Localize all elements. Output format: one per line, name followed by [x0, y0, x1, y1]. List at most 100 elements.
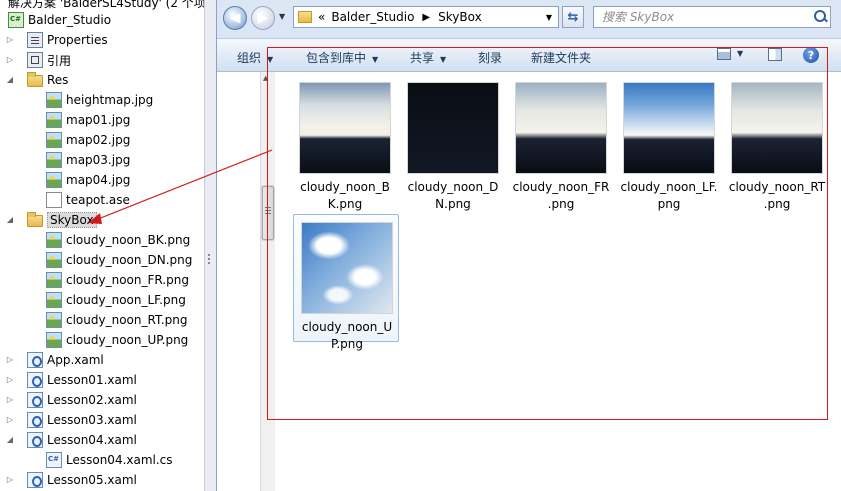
solution-explorer: 解决方案 'BalderSL4Study' (2 个项目 Balder_Stud…	[0, 0, 204, 491]
tree-item-properties[interactable]: Properties	[27, 30, 108, 50]
dropdown-caret-icon: ▼	[267, 55, 274, 64]
search-icon[interactable]	[810, 7, 830, 27]
image-thumbnail	[302, 223, 392, 313]
forward-button[interactable]: ▶	[251, 6, 275, 30]
tree-item-label: heightmap.jpg	[66, 93, 154, 107]
file-view[interactable]: cloudy_noon_B K.png cloudy_noon_D N.png cl…	[275, 72, 841, 491]
tree-item-label: Lesson04.xaml.cs	[66, 453, 173, 467]
tree-item-map01[interactable]: map01.jpg	[46, 110, 130, 130]
tree-item-lesson03[interactable]: Lesson03.xaml	[27, 410, 137, 430]
tree-item-app-xaml[interactable]: App.xaml	[27, 350, 104, 370]
change-view-icon[interactable]	[717, 48, 731, 60]
scroll-up-arrow-icon[interactable]: ▲	[263, 74, 268, 82]
tree-item-lesson02[interactable]: Lesson02.xaml	[27, 390, 137, 410]
tree-item-label: teapot.ase	[66, 193, 130, 207]
tree-item-lesson05[interactable]: Lesson05.xaml	[27, 470, 137, 490]
solution-title[interactable]: 解决方案 'BalderSL4Study' (2 个项目	[0, 0, 204, 10]
collapse-arrow-icon[interactable]: ◢	[5, 75, 15, 85]
splitter-grip-icon[interactable]	[207, 254, 211, 266]
new-folder-button[interactable]: 新建文件夹	[531, 49, 591, 66]
tree-item-label: Lesson05.xaml	[47, 473, 137, 487]
expand-arrow-icon[interactable]: ▷	[5, 35, 15, 45]
tree-item-label: Lesson02.xaml	[47, 393, 137, 407]
expand-arrow-icon[interactable]: ▷	[5, 395, 15, 405]
expand-arrow-icon[interactable]: ▷	[5, 415, 15, 425]
back-button[interactable]: ◀	[223, 6, 247, 30]
expand-arrow-icon[interactable]: ▷	[5, 55, 15, 65]
image-thumbnail	[300, 83, 390, 173]
help-icon[interactable]: ?	[803, 47, 819, 63]
preview-pane-icon[interactable]	[768, 48, 782, 61]
expand-arrow-icon[interactable]: ▷	[5, 375, 15, 385]
xaml-file-icon	[27, 372, 43, 388]
project-label: Balder_Studio	[28, 13, 112, 27]
tree-item-cloudy-fr[interactable]: cloudy_noon_FR.png	[46, 270, 189, 290]
tree-item-map02[interactable]: map02.jpg	[46, 130, 130, 150]
file-tile-cloudy-rt[interactable]: cloudy_noon_RT .png	[723, 74, 829, 211]
organize-menu[interactable]: 组织 ▼	[237, 49, 273, 66]
tree-item-label: cloudy_noon_LF.png	[66, 293, 186, 307]
tree-item-label: cloudy_noon_BK.png	[66, 233, 191, 247]
address-overflow-chevron[interactable]: «	[318, 10, 325, 24]
navigation-pane[interactable]	[217, 72, 262, 491]
tree-item-label: map02.jpg	[66, 133, 131, 147]
image-thumbnail	[732, 83, 822, 173]
dropdown-caret-icon: ▼	[372, 55, 379, 64]
tree-item-lesson04[interactable]: Lesson04.xaml	[27, 430, 137, 450]
xaml-file-icon	[27, 352, 43, 368]
folder-icon	[27, 72, 43, 87]
tree-item-cloudy-dn[interactable]: cloudy_noon_DN.png	[46, 250, 192, 270]
image-file-icon	[46, 132, 62, 148]
file-tile-cloudy-dn[interactable]: cloudy_noon_D N.png	[399, 74, 505, 211]
tree-item-label: cloudy_noon_FR.png	[66, 273, 189, 287]
burn-button[interactable]: 刻录	[478, 49, 502, 66]
expand-arrow-icon[interactable]: ▷	[5, 355, 15, 365]
collapse-arrow-icon[interactable]: ◢	[5, 435, 15, 445]
search-input[interactable]	[602, 8, 810, 26]
tree-item-teapot[interactable]: teapot.ase	[46, 190, 130, 210]
navigation-pane-scrollbar[interactable]: ▲	[260, 72, 275, 491]
search-box[interactable]	[593, 6, 831, 28]
recent-pages-dropdown-icon[interactable]: ▼	[279, 12, 291, 24]
image-file-icon	[46, 152, 62, 168]
tree-item-skybox-folder[interactable]: SkyBox	[27, 210, 97, 230]
share-menu[interactable]: 共享 ▼	[410, 49, 446, 66]
file-tile-cloudy-up[interactable]: cloudy_noon_U P.png	[293, 214, 399, 351]
refresh-icon: ⇆	[567, 9, 579, 25]
breadcrumb-balder-studio[interactable]: Balder_Studio	[331, 10, 414, 24]
tree-item-label: App.xaml	[47, 353, 104, 367]
csharp-project-icon	[8, 12, 24, 28]
breadcrumb-separator-icon[interactable]: ▶	[422, 12, 430, 23]
file-tile-cloudy-bk[interactable]: cloudy_noon_B K.png	[291, 74, 397, 211]
expand-arrow-icon[interactable]: ▷	[5, 475, 15, 485]
collapse-arrow-icon[interactable]: ◢	[5, 215, 15, 225]
tree-item-lesson01[interactable]: Lesson01.xaml	[27, 370, 137, 390]
tree-item-map04[interactable]: map04.jpg	[46, 170, 130, 190]
tree-item-references[interactable]: 引用	[27, 50, 71, 70]
pane-splitter[interactable]	[204, 0, 216, 491]
tree-item-res-folder[interactable]: Res	[27, 70, 68, 90]
image-file-icon	[46, 92, 62, 108]
tree-item-lesson04-cs[interactable]: Lesson04.xaml.cs	[46, 450, 173, 470]
file-tile-cloudy-fr[interactable]: cloudy_noon_FR .png	[507, 74, 613, 211]
scrollbar-thumb[interactable]	[262, 186, 274, 240]
include-in-library-menu[interactable]: 包含到库中 ▼	[306, 49, 378, 66]
image-file-icon	[46, 292, 62, 308]
tree-item-cloudy-lf[interactable]: cloudy_noon_LF.png	[46, 290, 186, 310]
image-file-icon	[46, 112, 62, 128]
view-dropdown-caret-icon[interactable]: ▼	[737, 49, 743, 58]
project-node[interactable]: Balder_Studio	[8, 10, 111, 30]
image-thumbnail	[408, 83, 498, 173]
refresh-button[interactable]: ⇆	[562, 6, 584, 28]
breadcrumb-skybox[interactable]: SkyBox	[438, 10, 482, 24]
tree-item-label: SkyBox	[47, 212, 97, 228]
address-box[interactable]: « Balder_Studio ▶ SkyBox ▼	[293, 6, 559, 28]
file-tile-cloudy-lf[interactable]: cloudy_noon_LF. png	[615, 74, 721, 211]
tree-item-label: Lesson01.xaml	[47, 373, 137, 387]
tree-item-cloudy-rt[interactable]: cloudy_noon_RT.png	[46, 310, 188, 330]
tree-item-cloudy-bk[interactable]: cloudy_noon_BK.png	[46, 230, 190, 250]
tree-item-heightmap[interactable]: heightmap.jpg	[46, 90, 153, 110]
tree-item-map03[interactable]: map03.jpg	[46, 150, 130, 170]
address-dropdown-icon[interactable]: ▼	[546, 13, 552, 22]
tree-item-cloudy-up[interactable]: cloudy_noon_UP.png	[46, 330, 188, 350]
